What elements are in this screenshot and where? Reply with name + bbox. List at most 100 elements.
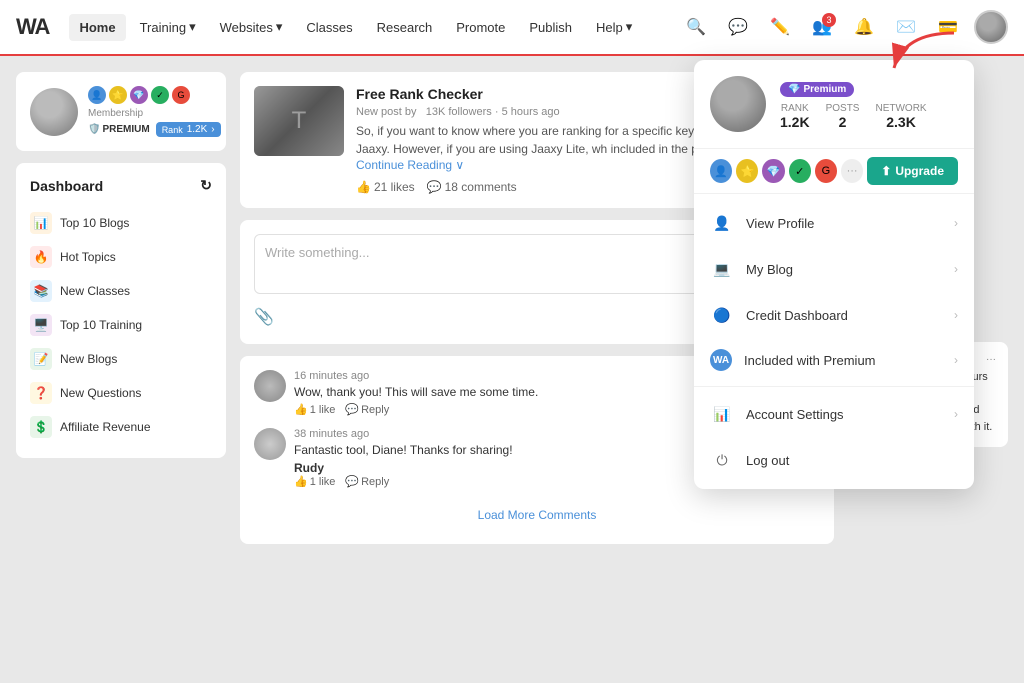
sidebar-profile: 👤 ⭐ 💎 ✓ G Membership 🛡️PREMIUM Rank 1.2K	[16, 72, 226, 151]
dropdown-badge-star: ⭐	[736, 159, 758, 183]
affiliate-revenue-icon: 💲	[30, 416, 52, 438]
comment-reply-button[interactable]: 💬 Reply	[345, 403, 389, 416]
dropdown-badge-more: ···	[841, 159, 863, 183]
logo: WA	[16, 14, 49, 40]
profile-avatar	[30, 88, 78, 136]
dropdown-menu-items: 👤 View Profile › 💻 My Blog › 🔵 Credit Da…	[694, 194, 974, 489]
sidebar-item-new-questions[interactable]: ❓ New Questions	[30, 376, 212, 410]
power-icon: ⏻	[710, 448, 734, 472]
laptop-icon: 💻	[710, 257, 734, 281]
users-badge: 3	[822, 13, 836, 27]
chevron-right-icon: ›	[954, 308, 958, 322]
comment-like-button[interactable]: 👍 1 like	[294, 475, 335, 488]
mail-button[interactable]: ✉️	[890, 11, 922, 43]
premium-badge: 🛡️PREMIUM	[88, 124, 150, 135]
badge-purple: 💎	[130, 86, 148, 104]
menu-divider	[694, 386, 974, 387]
chevron-right-icon: ›	[954, 407, 958, 421]
dashboard-panel: Dashboard ↻ 📊 Top 10 Blogs 🔥 Hot Topics …	[16, 163, 226, 458]
nav-classes[interactable]: Classes	[296, 14, 362, 41]
new-questions-icon: ❓	[30, 382, 52, 404]
dropdown-user-info: 💎 Premium RANK 1.2K POSTS 2 NETWORK 2.3K	[780, 79, 958, 130]
badge-icons: 👤 ⭐ 💎 ✓ G	[88, 86, 221, 104]
nav-help[interactable]: Help ▾	[586, 13, 642, 41]
sidebar-item-new-blogs[interactable]: 📝 New Blogs	[30, 342, 212, 376]
chevron-down-icon: ▾	[189, 19, 196, 35]
sidebar-item-top10training[interactable]: 🖥️ Top 10 Training	[30, 308, 212, 342]
dropdown-avatar	[710, 76, 766, 132]
credit-icon: 🔵	[710, 303, 734, 327]
my-blog-item[interactable]: 💻 My Blog ›	[694, 246, 974, 292]
account-settings-item[interactable]: 📊 Account Settings ›	[694, 391, 974, 437]
person-icon: 👤	[710, 211, 734, 235]
badge-gold: ⭐	[109, 86, 127, 104]
nav-promote[interactable]: Promote	[446, 14, 515, 41]
top10blogs-icon: 📊	[30, 212, 52, 234]
nav-home[interactable]: Home	[69, 14, 125, 41]
sidebar-item-affiliate-revenue[interactable]: 💲 Affiliate Revenue	[30, 410, 212, 444]
more-options-icon[interactable]: ···	[986, 354, 996, 365]
chevron-down-icon: ▾	[626, 19, 633, 35]
wallet-button[interactable]: 💳	[932, 11, 964, 43]
sidebar-item-top10blogs[interactable]: 📊 Top 10 Blogs	[30, 206, 212, 240]
like-button[interactable]: 👍 21 likes	[356, 180, 415, 194]
dropdown-badges: 👤 ⭐ 💎 ✓ G ··· ⬆ Upgrade	[694, 149, 974, 194]
load-more-button[interactable]: Load More Comments	[254, 500, 820, 530]
dashboard-title: Dashboard ↻	[30, 177, 212, 194]
membership-info: Membership	[88, 108, 221, 119]
search-button[interactable]: 🔍	[680, 11, 712, 43]
refresh-icon[interactable]: ↻	[200, 177, 212, 194]
wa-icon: WA	[710, 349, 732, 371]
badge-green: ✓	[151, 86, 169, 104]
dropdown-stats: RANK 1.2K POSTS 2 NETWORK 2.3K	[780, 103, 958, 130]
nav-publish[interactable]: Publish	[519, 14, 582, 41]
credit-dashboard-item[interactable]: 🔵 Credit Dashboard ›	[694, 292, 974, 338]
dropdown-badge-check: ✓	[789, 159, 811, 183]
nav-icon-group: 🔍 💬 ✏️ 👥 3 🔔 ✉️ 💳	[680, 10, 1008, 44]
nav-training[interactable]: Training ▾	[130, 13, 206, 41]
chevron-right-icon: ›	[954, 262, 958, 276]
chevron-right-icon: ›	[954, 353, 958, 367]
hot-topics-icon: 🔥	[30, 246, 52, 268]
post-author[interactable]	[420, 106, 423, 118]
chevron-right-icon: ›	[954, 216, 958, 230]
dropdown-badge-diamond: 💎	[762, 159, 784, 183]
chevron-right-icon: ›	[211, 124, 214, 135]
comment-like-button[interactable]: 👍 1 like	[294, 403, 335, 416]
new-classes-icon: 📚	[30, 280, 52, 302]
notifications-button[interactable]: 🔔	[848, 11, 880, 43]
comments-button[interactable]: 💬 18 comments	[427, 180, 517, 194]
stat-rank: RANK 1.2K	[780, 103, 810, 130]
stat-network: NETWORK 2.3K	[875, 103, 926, 130]
comment-reply-button[interactable]: 💬 Reply	[345, 475, 389, 488]
sidebar: 👤 ⭐ 💎 ✓ G Membership 🛡️PREMIUM Rank 1.2K	[16, 72, 226, 667]
nav-websites[interactable]: Websites ▾	[210, 13, 293, 41]
included-premium-item[interactable]: WA Included with Premium ›	[694, 338, 974, 382]
diamond-icon: 💎	[788, 84, 800, 95]
commenter-avatar	[254, 370, 286, 402]
dropdown-badge-rank: 👤	[710, 159, 732, 183]
edit-button[interactable]: ✏️	[764, 11, 796, 43]
nav-research[interactable]: Research	[367, 14, 443, 41]
logout-item[interactable]: ⏻ Log out	[694, 437, 974, 483]
chat-button[interactable]: 💬	[722, 11, 754, 43]
post-thumbnail: T	[254, 86, 344, 156]
attach-icon[interactable]: 📎	[254, 307, 274, 327]
premium-pill: 💎 Premium	[780, 82, 854, 97]
commenter-avatar	[254, 428, 286, 460]
sidebar-item-new-classes[interactable]: 📚 New Classes	[30, 274, 212, 308]
upgrade-button[interactable]: ⬆ Upgrade	[867, 157, 958, 185]
badge-rank: 👤	[88, 86, 106, 104]
chevron-down-icon: ▾	[276, 19, 283, 35]
rank-badge[interactable]: Rank 1.2K ›	[156, 122, 221, 137]
sidebar-item-hot-topics[interactable]: 🔥 Hot Topics	[30, 240, 212, 274]
upgrade-icon: ⬆	[881, 164, 891, 178]
users-button[interactable]: 👥 3	[806, 11, 838, 43]
navbar: WA Home Training ▾ Websites ▾ Classes Re…	[0, 0, 1024, 56]
settings-icon: 📊	[710, 402, 734, 426]
top10training-icon: 🖥️	[30, 314, 52, 336]
new-blogs-icon: 📝	[30, 348, 52, 370]
view-profile-item[interactable]: 👤 View Profile ›	[694, 200, 974, 246]
user-avatar-button[interactable]	[974, 10, 1008, 44]
nav-links: Home Training ▾ Websites ▾ Classes Resea…	[69, 13, 680, 41]
